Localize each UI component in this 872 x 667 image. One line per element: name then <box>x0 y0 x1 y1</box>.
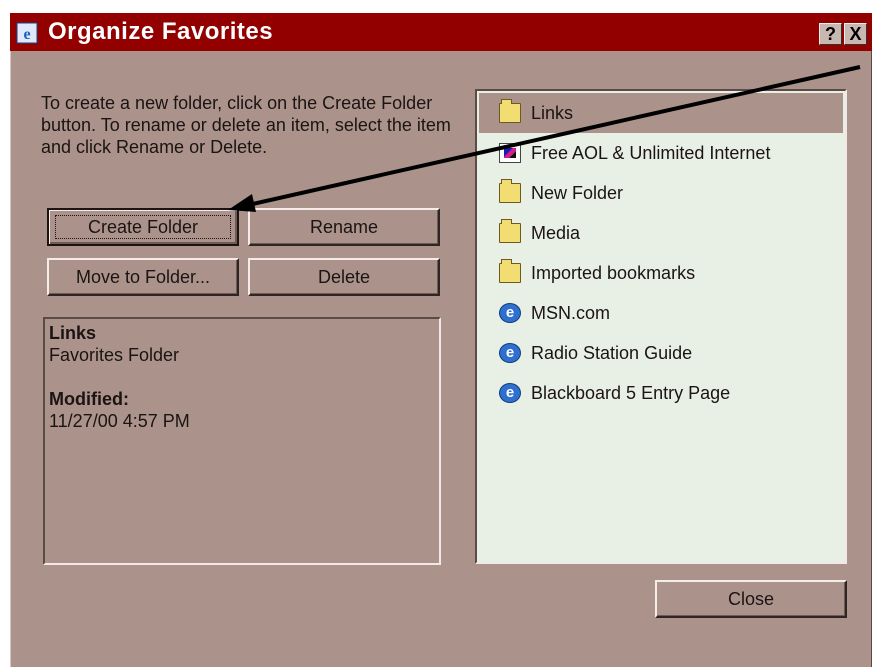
annotation-arrow <box>228 65 861 212</box>
